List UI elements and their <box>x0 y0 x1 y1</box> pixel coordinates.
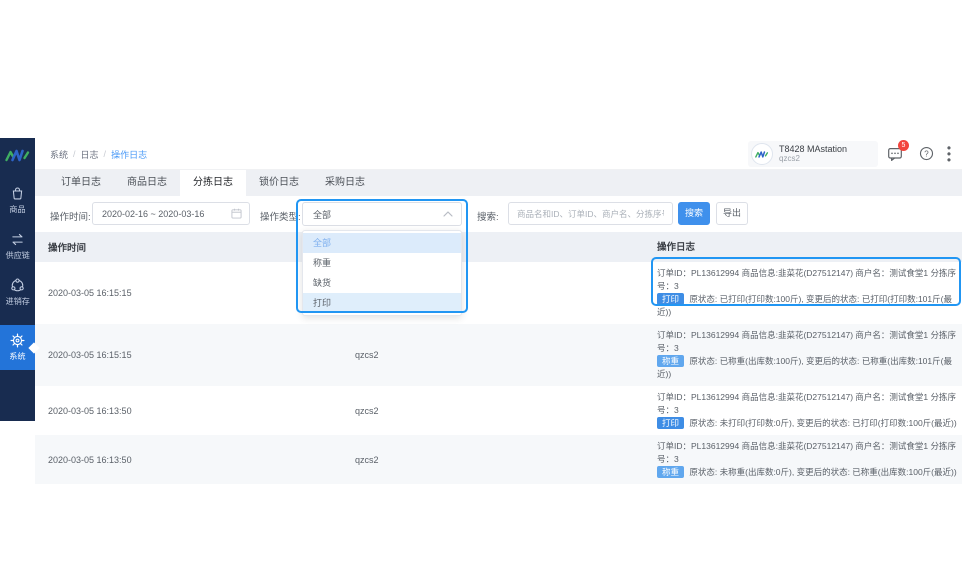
sidebar-item-label: 供应链 <box>5 249 29 260</box>
log-status: 原状态: 已称重(出库数:100斤), 变更后的状态: 已称重(出库数:101斤… <box>657 356 952 379</box>
log-type-tag: 打印 <box>657 417 684 429</box>
avatar <box>751 143 773 165</box>
dropdown-option-weigh[interactable]: 称重 <box>303 253 461 273</box>
log-type-tag: 打印 <box>657 293 684 305</box>
sidebar-item-goods[interactable]: 商品 <box>0 180 35 220</box>
search-box <box>508 202 673 225</box>
gear-icon <box>10 333 25 348</box>
cell-log: 订单ID：PL13612994 商品信息:韭菜花(D27512147) 商户名：… <box>642 386 962 435</box>
tab-goods-log[interactable]: 商品日志 <box>114 170 180 196</box>
log-info: 订单ID：PL13612994 商品信息:韭菜花(D27512147) 商户名：… <box>657 330 956 353</box>
tab-sorting-log[interactable]: 分拣日志 <box>180 170 246 196</box>
sidebar-item-inventory[interactable]: 进销存 <box>0 272 35 312</box>
log-info: 订单ID：PL13612994 商品信息:韭菜花(D27512147) 商户名：… <box>657 441 956 464</box>
sidebar: 商品 供应链 进销存 <box>0 138 35 421</box>
main-panel: 系统 / 日志 / 操作日志 T8428 MAstation qzcs2 <box>35 138 962 421</box>
table-header-row: 操作时间 操作日志 <box>35 232 962 262</box>
breadcrumb-system[interactable]: 系统 <box>50 148 68 161</box>
app-window: 商品 供应链 进销存 <box>0 138 962 421</box>
breadcrumb: 系统 / 日志 / 操作日志 <box>50 138 147 170</box>
tab-purchase-log[interactable]: 采购日志 <box>312 170 378 196</box>
date-range-picker[interactable] <box>92 202 250 225</box>
breadcrumb-separator: / <box>73 149 76 159</box>
user-account: qzcs2 <box>779 155 847 164</box>
help-icon[interactable]: ? <box>919 146 934 166</box>
log-info: 订单ID：PL13612994 商品信息:韭菜花(D27512147) 商户名：… <box>657 392 956 415</box>
dropdown-option-out-of-stock[interactable]: 缺货 <box>303 273 461 293</box>
search-button[interactable]: 搜索 <box>678 202 710 225</box>
share-nodes-icon <box>10 278 25 293</box>
bag-icon <box>10 186 25 201</box>
table-row: 2020-03-05 16:15:15 qzcs2 订单ID：PL1361299… <box>35 324 962 386</box>
chevron-up-icon <box>443 211 453 217</box>
log-tabs: 订单日志 商品日志 分拣日志 锁价日志 采购日志 <box>35 170 962 196</box>
sidebar-item-label: 系统 <box>9 350 25 361</box>
log-type-tag: 称重 <box>657 466 684 478</box>
cell-time: 2020-03-05 16:15:15 <box>35 288 287 298</box>
breadcrumb-operation-log[interactable]: 操作日志 <box>111 148 147 161</box>
cell-operator: qzcs2 <box>287 350 642 360</box>
search-label: 搜索: <box>477 209 499 223</box>
log-table: 操作时间 操作日志 2020-03-05 16:15:15 订单ID：PL136… <box>35 232 962 484</box>
log-status: 原状态: 未称重(出库数:0斤), 变更后的状态: 已称重(出库数:100斤(最… <box>689 467 956 477</box>
export-button[interactable]: 导出 <box>716 202 748 225</box>
sidebar-item-label: 商品 <box>9 203 25 214</box>
notification-badge: 5 <box>898 140 909 151</box>
log-status: 原状态: 已打印(打印数:100斤), 变更后的状态: 已打印(打印数:101斤… <box>657 294 952 317</box>
log-status: 原状态: 未打印(打印数:0斤), 变更后的状态: 已打印(打印数:100斤(最… <box>689 418 956 428</box>
cell-log: 订单ID：PL13612994 商品信息:韭菜花(D27512147) 商户名：… <box>642 435 962 484</box>
header-operation-time: 操作时间 <box>35 240 287 254</box>
type-select[interactable]: 全部 <box>302 202 462 226</box>
time-filter-label: 操作时间: <box>50 209 91 223</box>
more-menu-icon[interactable]: ••• <box>944 145 954 163</box>
cell-time: 2020-03-05 16:13:50 <box>35 455 287 465</box>
app-logo-icon <box>0 144 35 166</box>
tab-price-lock-log[interactable]: 锁价日志 <box>246 170 312 196</box>
type-dropdown-panel: 全部 称重 缺货 打印 <box>302 230 462 316</box>
dropdown-option-all[interactable]: 全部 <box>303 233 461 253</box>
table-row: 2020-03-05 16:13:50 qzcs2 订单ID：PL1361299… <box>35 386 962 435</box>
breadcrumb-log[interactable]: 日志 <box>81 148 99 161</box>
breadcrumb-separator: / <box>104 149 107 159</box>
cell-operator: qzcs2 <box>287 406 642 416</box>
tab-order-log[interactable]: 订单日志 <box>48 170 114 196</box>
cell-time: 2020-03-05 16:13:50 <box>35 406 287 416</box>
header-operation-log: 操作日志 <box>642 236 962 259</box>
top-bar: 系统 / 日志 / 操作日志 T8428 MAstation qzcs2 <box>35 138 962 170</box>
sidebar-item-system[interactable]: 系统 <box>0 325 35 370</box>
cell-operator: qzcs2 <box>287 455 642 465</box>
filter-bar: 操作时间: 操作类型: 全部 搜索: 搜索 <box>35 196 962 232</box>
sidebar-item-label: 进销存 <box>5 295 29 306</box>
swap-arrows-icon <box>10 232 25 247</box>
log-info: 订单ID：PL13612994 商品信息:韭菜花(D27512147) 商户名：… <box>657 268 956 291</box>
date-range-input[interactable] <box>93 209 231 219</box>
table-row: 2020-03-05 16:13:50 qzcs2 订单ID：PL1361299… <box>35 435 962 484</box>
dropdown-option-print[interactable]: 打印 <box>303 293 461 313</box>
calendar-icon <box>231 208 242 219</box>
svg-text:?: ? <box>924 149 929 158</box>
table-row: 2020-03-05 16:15:15 订单ID：PL13612994 商品信息… <box>35 262 962 324</box>
type-filter-label: 操作类型: <box>260 209 301 223</box>
type-select-value: 全部 <box>303 208 331 221</box>
cell-log: 订单ID：PL13612994 商品信息:韭菜花(D27512147) 商户名：… <box>642 324 962 386</box>
user-chip[interactable]: T8428 MAstation qzcs2 <box>748 141 878 167</box>
log-type-tag: 称重 <box>657 355 684 367</box>
cell-time: 2020-03-05 16:15:15 <box>35 350 287 360</box>
search-input[interactable] <box>509 203 672 224</box>
cell-log: 订单ID：PL13612994 商品信息:韭菜花(D27512147) 商户名：… <box>642 262 962 324</box>
sidebar-item-supply-chain[interactable]: 供应链 <box>0 226 35 266</box>
